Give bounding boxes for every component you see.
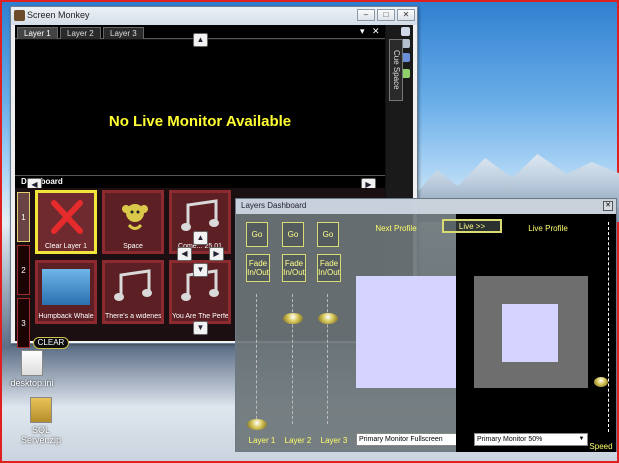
speed-slider-knob[interactable] xyxy=(594,377,608,387)
cue-clear-layer-1[interactable]: Clear Layer 1 xyxy=(35,190,97,254)
cue-label: Humpback Whale xyxy=(38,313,94,320)
cue-label: Clear Layer 1 xyxy=(44,243,88,250)
music-notes-icon xyxy=(114,269,152,301)
tab-layer-2[interactable]: Layer 2 xyxy=(60,27,101,39)
live-monitor-select-value: Primary Monitor 50% xyxy=(477,436,543,443)
cue-scroll-right-button[interactable]: ▶ xyxy=(209,247,224,261)
music-notes-icon xyxy=(181,199,219,231)
layers-dashboard-window: Layers Dashboard ✕ Go Go Go Fade In/Out … xyxy=(235,198,617,452)
screen-monkey-app-icon xyxy=(14,10,25,21)
live-profile-preview xyxy=(474,276,588,388)
desktop-icon-desktop-ini[interactable]: desktop.ini xyxy=(7,350,57,388)
fader-knob-layer-3[interactable] xyxy=(318,312,338,324)
next-monitor-select-value: Primary Monitor Fullscreen xyxy=(359,436,443,443)
next-monitor-select[interactable]: Primary Monitor Fullscreen ▼ xyxy=(356,433,470,446)
fade-button-layer-1[interactable]: Fade In/Out xyxy=(246,254,270,282)
file-icon xyxy=(21,350,43,376)
layers-dashboard-titlebar[interactable]: Layers Dashboard ✕ xyxy=(236,199,616,214)
tab-close-icon[interactable]: ✕ xyxy=(372,26,380,37)
cue-label: There's a wideness xyxy=(105,313,161,320)
live-button[interactable]: Live >> xyxy=(442,219,502,233)
tab-dropdown-icon[interactable]: ▾ xyxy=(360,26,365,37)
layer-1-label: Layer 1 xyxy=(248,436,276,445)
desktop-icon-label: SQL Server.zip xyxy=(20,425,62,445)
speed-column xyxy=(588,214,616,452)
fader-knob-layer-2[interactable] xyxy=(283,312,303,324)
cue-label: Space xyxy=(123,243,143,250)
fader-track-layer-1 xyxy=(256,294,258,424)
no-live-monitor-message: No Live Monitor Available xyxy=(108,113,292,130)
go-button-layer-1[interactable]: Go xyxy=(246,222,268,247)
cue-scroll-left-button[interactable]: ◀ xyxy=(177,247,192,261)
cue-space-tab[interactable]: Cue Space xyxy=(389,39,403,101)
zip-folder-icon xyxy=(30,397,52,423)
scroll-down-button[interactable]: ▼ xyxy=(193,321,208,335)
live-monitor-select[interactable]: Primary Monitor 50% ▼ xyxy=(474,433,588,446)
layer-number-2[interactable]: 2 xyxy=(17,245,30,295)
layers-dashboard-title: Layers Dashboard xyxy=(241,201,307,210)
cue-label: You Are The Perfect xyxy=(172,313,228,320)
monkey-icon xyxy=(122,204,148,230)
speed-track xyxy=(608,222,610,432)
desktop-icon-label: desktop.ini xyxy=(10,378,54,388)
cue-space[interactable]: Space xyxy=(102,190,164,254)
live-profile-label: Live Profile xyxy=(528,224,568,233)
layers-dashboard-close-button[interactable]: ✕ xyxy=(603,201,613,211)
clear-button[interactable]: CLEAR xyxy=(33,337,69,349)
scroll-up-button[interactable]: ▲ xyxy=(193,33,208,47)
speed-label: Speed xyxy=(589,442,613,451)
camera-icon[interactable] xyxy=(401,27,410,36)
live-monitor-preview: No Live Monitor Available xyxy=(15,40,385,190)
go-button-layer-2[interactable]: Go xyxy=(282,222,304,247)
chevron-down-icon: ▼ xyxy=(578,436,585,442)
fader-knob-layer-1[interactable] xyxy=(247,419,267,430)
clear-x-icon xyxy=(51,200,83,234)
window-title: Screen Monkey xyxy=(27,10,90,20)
cue-humpback-whale[interactable]: Humpback Whale xyxy=(35,260,97,324)
next-profile-label: Next Profile xyxy=(375,224,417,233)
window-titlebar[interactable]: Screen Monkey – □ ✕ xyxy=(11,7,417,25)
close-button[interactable]: ✕ xyxy=(397,9,415,21)
tab-layer-3[interactable]: Layer 3 xyxy=(103,27,144,39)
desktop-icon-sql-server-zip[interactable]: SQL Server.zip xyxy=(16,397,66,445)
go-button-layer-3[interactable]: Go xyxy=(317,222,339,247)
maximize-button[interactable]: □ xyxy=(377,9,395,21)
cue-song-wideness[interactable]: There's a wideness xyxy=(102,260,164,324)
layer-2-label: Layer 2 xyxy=(284,436,312,445)
whale-image-icon xyxy=(42,269,90,305)
layers-dashboard-body: Go Go Go Fade In/Out Fade In/Out Fade In… xyxy=(236,214,616,452)
cue-scroll-down-button[interactable]: ▼ xyxy=(193,263,208,277)
layer-number-1[interactable]: 1 xyxy=(17,192,30,242)
dashboard-header: Dashboard xyxy=(15,175,385,188)
cue-scroll-up-button[interactable]: ▲ xyxy=(193,231,208,245)
live-profile-inner-output xyxy=(502,304,558,362)
tab-layer-1[interactable]: Layer 1 xyxy=(17,27,58,39)
layer-3-label: Layer 3 xyxy=(320,436,348,445)
next-profile-preview xyxy=(356,276,470,388)
fade-button-layer-3[interactable]: Fade In/Out xyxy=(317,254,341,282)
fade-button-layer-2[interactable]: Fade In/Out xyxy=(282,254,306,282)
layer-number-3[interactable]: 3 xyxy=(17,298,30,348)
minimize-button[interactable]: – xyxy=(357,9,375,21)
